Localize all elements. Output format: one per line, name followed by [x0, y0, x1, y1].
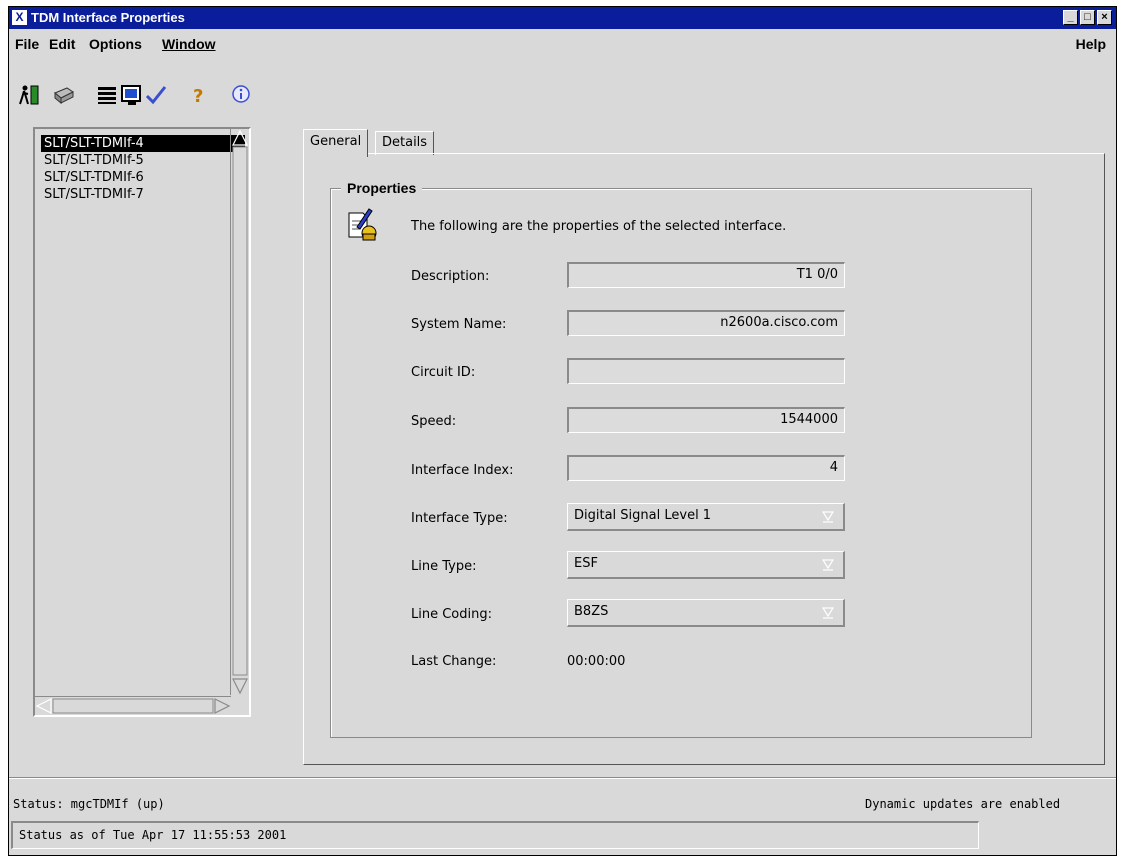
toolbar: ? — [9, 57, 1116, 109]
properties-group-label: Properties — [341, 180, 423, 196]
chevron-down-icon — [821, 605, 835, 619]
line-coding-value: B8ZS — [574, 604, 609, 619]
list-item[interactable]: SLT/SLT-TDMIf-5 — [41, 152, 147, 169]
line-type-label: Line Type: — [411, 559, 477, 574]
chevron-down-icon — [821, 509, 835, 523]
list-icon[interactable] — [95, 84, 119, 106]
line-coding-label: Line Coding: — [411, 607, 492, 622]
interface-list: SLT/SLT-TDMIf-4 SLT/SLT-TDMIf-5 SLT/SLT-… — [37, 131, 247, 695]
interface-type-label: Interface Type: — [411, 511, 508, 526]
interface-type-dropdown[interactable]: Digital Signal Level 1 — [567, 503, 845, 531]
tab-container: General Details Properties The following… — [303, 129, 1105, 765]
tab-details[interactable]: Details — [375, 131, 435, 155]
menu-window[interactable]: Window — [162, 36, 216, 52]
window-title: TDM Interface Properties — [31, 10, 185, 25]
checkmark-icon[interactable] — [144, 84, 168, 106]
main-window: X TDM Interface Properties _ □ × File Ed… — [8, 6, 1117, 856]
line-type-value: ESF — [574, 556, 598, 571]
vertical-scrollbar[interactable] — [230, 129, 249, 695]
interface-type-value: Digital Signal Level 1 — [574, 508, 712, 523]
minimize-button[interactable]: _ — [1063, 10, 1078, 25]
horizontal-scrollbar[interactable] — [35, 696, 231, 715]
interface-index-field[interactable]: 4 — [567, 455, 845, 481]
scroll-down-arrow-icon — [232, 678, 248, 695]
scroll-right-arrow-icon — [214, 698, 231, 714]
properties-intro-text: The following are the properties of the … — [411, 219, 787, 234]
speed-label: Speed: — [411, 414, 457, 429]
status-text: Status: mgcTDMIf (up) — [13, 797, 165, 811]
dynamic-updates-text: Dynamic updates are enabled — [865, 797, 1061, 811]
interface-list-panel: SLT/SLT-TDMIf-4 SLT/SLT-TDMIf-5 SLT/SLT-… — [33, 127, 251, 717]
info-icon[interactable] — [229, 84, 253, 106]
menu-options[interactable]: Options — [89, 36, 142, 52]
title-bar[interactable]: X TDM Interface Properties _ □ × — [9, 7, 1116, 29]
circuit-id-field[interactable] — [567, 358, 845, 384]
general-tab-panel: Properties The following are the propert… — [303, 153, 1105, 765]
last-change-label: Last Change: — [411, 654, 497, 669]
svg-text:?: ? — [193, 86, 203, 106]
monitor-icon[interactable] — [120, 84, 144, 106]
exit-icon[interactable] — [17, 84, 41, 106]
menu-help[interactable]: Help — [1076, 36, 1106, 52]
scroll-up-arrow-icon — [232, 129, 248, 146]
list-item[interactable]: SLT/SLT-TDMIf-6 — [41, 169, 147, 186]
close-button[interactable]: × — [1097, 10, 1112, 25]
last-change-value: 00:00:00 — [567, 654, 626, 669]
menu-bar: File Edit Options Window Help — [9, 30, 1116, 56]
list-item[interactable]: SLT/SLT-TDMIf-4 — [41, 135, 245, 152]
help-icon[interactable]: ? — [186, 84, 210, 107]
system-name-field[interactable]: n2600a.cisco.com — [567, 310, 845, 336]
menu-file[interactable]: File — [15, 36, 39, 52]
properties-group: Properties The following are the propert… — [330, 180, 1032, 738]
scroll-left-arrow-icon — [35, 698, 52, 714]
status-timestamp-box: Status as of Tue Apr 17 11:55:53 2001 — [11, 821, 979, 849]
maximize-button[interactable]: □ — [1080, 10, 1095, 25]
properties-document-icon — [345, 207, 379, 243]
chevron-down-icon — [821, 557, 835, 571]
circuit-id-label: Circuit ID: — [411, 365, 476, 380]
speed-field[interactable]: 1544000 — [567, 407, 845, 433]
menu-edit[interactable]: Edit — [49, 36, 75, 52]
print-icon[interactable] — [51, 84, 75, 106]
list-item[interactable]: SLT/SLT-TDMIf-7 — [41, 186, 147, 203]
system-name-label: System Name: — [411, 317, 507, 332]
interface-index-label: Interface Index: — [411, 463, 514, 478]
app-icon[interactable]: X — [12, 10, 27, 25]
description-field[interactable]: T1 0/0 — [567, 262, 845, 288]
line-type-dropdown[interactable]: ESF — [567, 551, 845, 579]
line-coding-dropdown[interactable]: B8ZS — [567, 599, 845, 627]
tab-general[interactable]: General — [303, 129, 369, 157]
description-label: Description: — [411, 269, 490, 284]
status-divider — [9, 777, 1116, 779]
